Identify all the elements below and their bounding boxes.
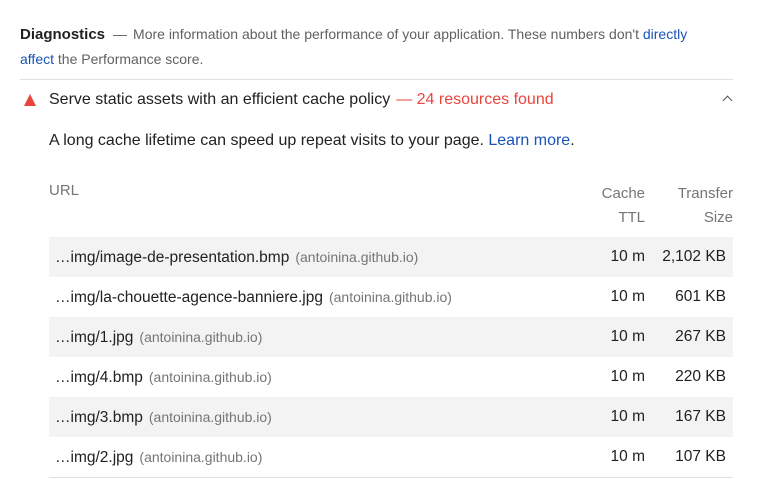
- resource-host: (antoinina.github.io): [328, 289, 452, 305]
- resource-transfer-size: 167 KB: [675, 408, 726, 425]
- resource-url-cell: …img/4.bmp (antoinina.github.io): [55, 357, 272, 398]
- table-row: …img/la-chouette-agence-banniere.jpg (ant…: [49, 277, 733, 317]
- resource-host: (antoinina.github.io): [148, 369, 272, 385]
- chevron-up-icon[interactable]: [722, 95, 733, 106]
- resource-cache-ttl: 10 m: [610, 448, 645, 465]
- resource-url-cell: …img/3.bmp (antoinina.github.io): [55, 397, 272, 438]
- resource-cache-ttl: 10 m: [610, 328, 645, 345]
- diagnostics-title: Diagnostics: [20, 26, 106, 43]
- audit-header-cache-policy[interactable]: Serve static assets with an efficient ca…: [20, 88, 733, 112]
- diagnostics-dash: —: [113, 26, 128, 42]
- resource-url[interactable]: …img/3.bmp: [55, 409, 143, 426]
- resource-url-cell: …img/la-chouette-agence-banniere.jpg (ant…: [55, 277, 452, 318]
- resource-host: (antoinina.github.io): [139, 329, 263, 345]
- table-row: …img/4.bmp (antoinina.github.io) 10 m 220…: [49, 357, 733, 397]
- resources-table: URL Cache TTL Transfer Size …img/image-d…: [49, 180, 733, 478]
- diagnostics-description-suffix: the Performance score.: [54, 51, 204, 67]
- resource-cache-ttl: 10 m: [610, 368, 645, 385]
- diagnostics-header: Diagnostics — More information about the p…: [20, 22, 720, 72]
- column-header-transfer-size-line2: Size: [703, 209, 733, 226]
- resource-transfer-size: 267 KB: [675, 328, 726, 345]
- resource-url-cell: …img/1.jpg (antoinina.github.io): [55, 317, 262, 358]
- table-header: URL Cache TTL Transfer Size: [49, 180, 733, 237]
- table-row: …img/3.bmp (antoinina.github.io) 10 m 167…: [49, 397, 733, 437]
- column-header-url: URL: [49, 182, 80, 199]
- column-header-transfer-size-line1: Transfer: [677, 185, 733, 202]
- audit-description: A long cache lifetime can speed up repea…: [49, 129, 575, 153]
- audit-description-period: .: [570, 132, 575, 149]
- resource-url[interactable]: …img/4.bmp: [55, 369, 143, 386]
- resource-url-cell: …img/image-de-presentation.bmp (antoinina…: [55, 237, 418, 278]
- resource-transfer-size: 601 KB: [675, 288, 726, 305]
- resource-cache-ttl: 10 m: [610, 248, 645, 265]
- resource-url[interactable]: …img/2.jpg: [55, 449, 133, 466]
- column-header-cache-ttl-line1: Cache: [601, 185, 645, 202]
- learn-more-link[interactable]: Learn more: [488, 132, 570, 149]
- resource-url-cell: …img/2.jpg (antoinina.github.io): [55, 437, 262, 478]
- audit-description-text: A long cache lifetime can speed up repea…: [49, 132, 489, 149]
- resource-cache-ttl: 10 m: [610, 288, 645, 305]
- audit-title: Serve static assets with an efficient ca…: [49, 88, 554, 112]
- warning-triangle-icon: [24, 94, 36, 106]
- resource-cache-ttl: 10 m: [610, 408, 645, 425]
- resource-url[interactable]: …img/1.jpg: [55, 329, 133, 346]
- resource-transfer-size: 2,102 KB: [662, 248, 726, 265]
- column-header-transfer-size: Transfer Size: [663, 182, 733, 230]
- resource-url[interactable]: …img/la-chouette-agence-banniere.jpg: [55, 289, 323, 306]
- resource-host: (antoinina.github.io): [139, 449, 263, 465]
- table-bottom-border: [49, 477, 733, 478]
- diagnostics-description-prefix: More information about the performance o…: [133, 26, 643, 42]
- column-header-cache-ttl-line2: TTL: [618, 209, 645, 226]
- resource-transfer-size: 107 KB: [675, 448, 726, 465]
- resource-transfer-size: 220 KB: [675, 368, 726, 385]
- resource-host: (antoinina.github.io): [148, 409, 272, 425]
- audit-summary: — 24 resources found: [396, 91, 554, 108]
- resource-host: (antoinina.github.io): [295, 249, 419, 265]
- section-divider: [20, 79, 733, 80]
- audit-title-text: Serve static assets with an efficient ca…: [49, 91, 391, 108]
- table-row: …img/image-de-presentation.bmp (antoinina…: [49, 237, 733, 277]
- table-row: …img/1.jpg (antoinina.github.io) 10 m 267…: [49, 317, 733, 357]
- resource-url[interactable]: …img/image-de-presentation.bmp: [55, 249, 289, 266]
- table-row: …img/2.jpg (antoinina.github.io) 10 m 107…: [49, 437, 733, 477]
- column-header-cache-ttl: Cache TTL: [585, 182, 645, 230]
